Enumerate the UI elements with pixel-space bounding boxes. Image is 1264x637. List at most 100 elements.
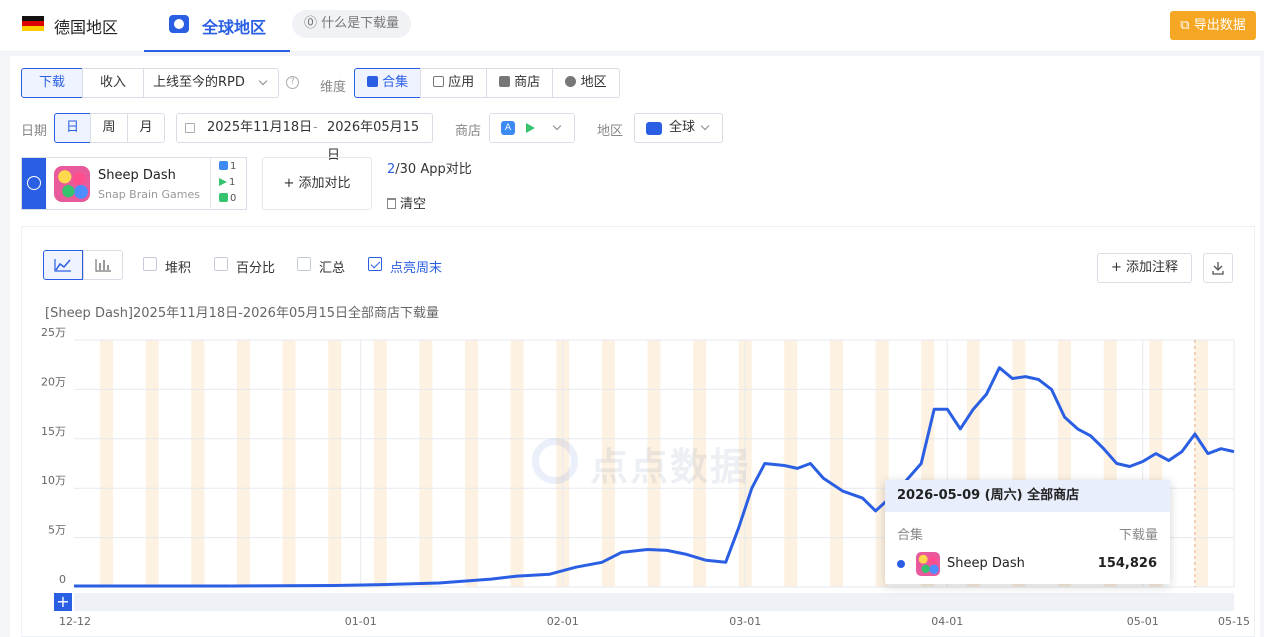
- download-button[interactable]: [1203, 253, 1233, 283]
- app-selected-checkbox[interactable]: [22, 158, 46, 209]
- globe-icon: [646, 122, 662, 135]
- series-dot: [897, 560, 905, 568]
- app-store-icon: [219, 161, 228, 170]
- weekend-band: [328, 340, 342, 587]
- x-tick-label: 05-01: [1127, 615, 1159, 628]
- dimension-region-label: 地区: [580, 75, 607, 90]
- weekend-band: [236, 340, 250, 587]
- clear-label: 清空: [400, 197, 427, 212]
- other-count: 0: [219, 193, 236, 204]
- android-count: 1: [219, 177, 235, 188]
- line-chart-toggle[interactable]: [43, 250, 83, 280]
- dimension-store[interactable]: 商店: [486, 68, 553, 98]
- x-tick-label: 04-01: [931, 615, 963, 628]
- google-play-icon: [219, 178, 227, 186]
- add-compare-button[interactable]: + 添加对比: [262, 157, 372, 210]
- bar-chart-toggle[interactable]: [83, 250, 123, 280]
- tooltip-value: 154,826: [1097, 556, 1157, 571]
- line-chart-icon: [54, 259, 71, 272]
- region-title[interactable]: 德国地区: [54, 14, 118, 38]
- selected-app-card[interactable]: Sheep Dash Snap Brain Games 1 1 0: [21, 157, 247, 210]
- question-icon[interactable]: ?: [286, 76, 299, 89]
- dimension-region[interactable]: 地区: [552, 68, 620, 98]
- y-tick-label: 0: [59, 573, 66, 586]
- weekend-band: [830, 340, 843, 587]
- tooltip-col-left: 合集: [897, 528, 924, 543]
- y-tick-label: 20万: [41, 375, 66, 388]
- rpd-select-value: 上线至今的RPD: [153, 75, 245, 90]
- date-label: 日期: [21, 124, 48, 139]
- layers-icon: [366, 76, 378, 87]
- x-tick-label: 03-01: [729, 615, 761, 628]
- watermark-logo: [532, 438, 578, 484]
- export-data-button[interactable]: ⧉ 导出数据: [1170, 11, 1256, 40]
- stack-checkbox[interactable]: [143, 257, 157, 271]
- app-name: Sheep Dash: [98, 168, 176, 183]
- expand-range-button[interactable]: +: [54, 593, 72, 611]
- stack-label: 堆积: [165, 261, 192, 276]
- dimension-store-label: 商店: [514, 75, 541, 90]
- highlight-weekend-label: 点亮周末: [390, 261, 443, 276]
- what-is-downloads-link[interactable]: ⓪ 什么是下载量: [292, 10, 412, 38]
- tooltip-col-right: 下载量: [1118, 528, 1158, 543]
- other-store-icon: [219, 193, 228, 202]
- dimension-collection[interactable]: 合集: [354, 68, 421, 98]
- android-count-value: 1: [229, 177, 236, 188]
- dimension-collection-label: 合集: [382, 75, 409, 90]
- clear-button[interactable]: 清空: [387, 193, 426, 212]
- granularity-week[interactable]: 周: [90, 113, 128, 143]
- y-tick-label: 25万: [41, 326, 66, 339]
- dimension-app-label: 应用: [448, 75, 475, 90]
- calendar-icon: [185, 123, 195, 133]
- weekend-band: [465, 340, 478, 587]
- range-scrollbar[interactable]: [74, 593, 1234, 611]
- tab-global-region[interactable]: 全球地区: [144, 0, 290, 52]
- add-annotation-button[interactable]: + 添加注释: [1097, 253, 1192, 283]
- export-data-label: 导出数据: [1193, 18, 1246, 33]
- rpd-select[interactable]: 上线至今的RPD: [143, 68, 279, 98]
- weekend-band: [100, 340, 114, 587]
- percent-label: 百分比: [236, 261, 276, 276]
- chevron-down-icon: [552, 121, 562, 131]
- area-select[interactable]: 全球: [634, 113, 723, 143]
- store-icon: [498, 76, 510, 87]
- app-icon: [54, 166, 90, 202]
- highlight-weekend-checkbox[interactable]: [368, 257, 382, 271]
- granularity-month[interactable]: 月: [127, 113, 165, 143]
- ios-count-value: 1: [230, 161, 237, 172]
- compare-count: 2/30 App对比: [387, 158, 472, 177]
- granularity-day[interactable]: 日: [54, 113, 91, 143]
- app-icon: [916, 552, 940, 576]
- weekend-band: [145, 340, 159, 587]
- chevron-down-icon: [700, 121, 710, 131]
- check-circle-icon: [27, 176, 41, 190]
- tooltip-app-name: Sheep Dash: [947, 556, 1025, 571]
- y-tick-label: 5万: [48, 524, 66, 537]
- date-range-picker[interactable]: 2025年11月18日 - 2026年05月15日: [176, 113, 433, 163]
- globe-icon: [565, 76, 577, 87]
- area-label: 地区: [597, 124, 624, 139]
- tooltip-date: 2026-05-09 (周六) 全部商店: [885, 480, 1170, 512]
- x-tick-label: 05-15: [1218, 615, 1250, 628]
- percent-checkbox[interactable]: [214, 257, 228, 271]
- x-tick-label: 02-01: [547, 615, 579, 628]
- weekend-band: [784, 340, 798, 587]
- store-select[interactable]: A: [489, 113, 575, 143]
- tab-downloads[interactable]: 下载: [21, 68, 83, 98]
- dimension-app[interactable]: 应用: [420, 68, 487, 98]
- external-link-icon: ⧉: [1180, 18, 1190, 33]
- store-label: 商店: [455, 124, 482, 139]
- app-developer: Snap Brain Games: [98, 188, 200, 201]
- summary-checkbox[interactable]: [297, 257, 311, 271]
- date-separator: -: [313, 120, 318, 135]
- tab-revenue[interactable]: 收入: [82, 68, 144, 98]
- x-tick-label: 01-01: [345, 615, 377, 628]
- trash-icon: [387, 198, 396, 209]
- summary-label: 汇总: [319, 261, 346, 276]
- weekend-band: [191, 340, 205, 587]
- y-tick-label: 15万: [41, 425, 66, 438]
- bar-chart-icon: [95, 259, 111, 272]
- app-store-icon: A: [501, 121, 515, 135]
- watermark-text: 点点数据: [590, 445, 751, 489]
- y-tick-label: 10万: [41, 474, 66, 487]
